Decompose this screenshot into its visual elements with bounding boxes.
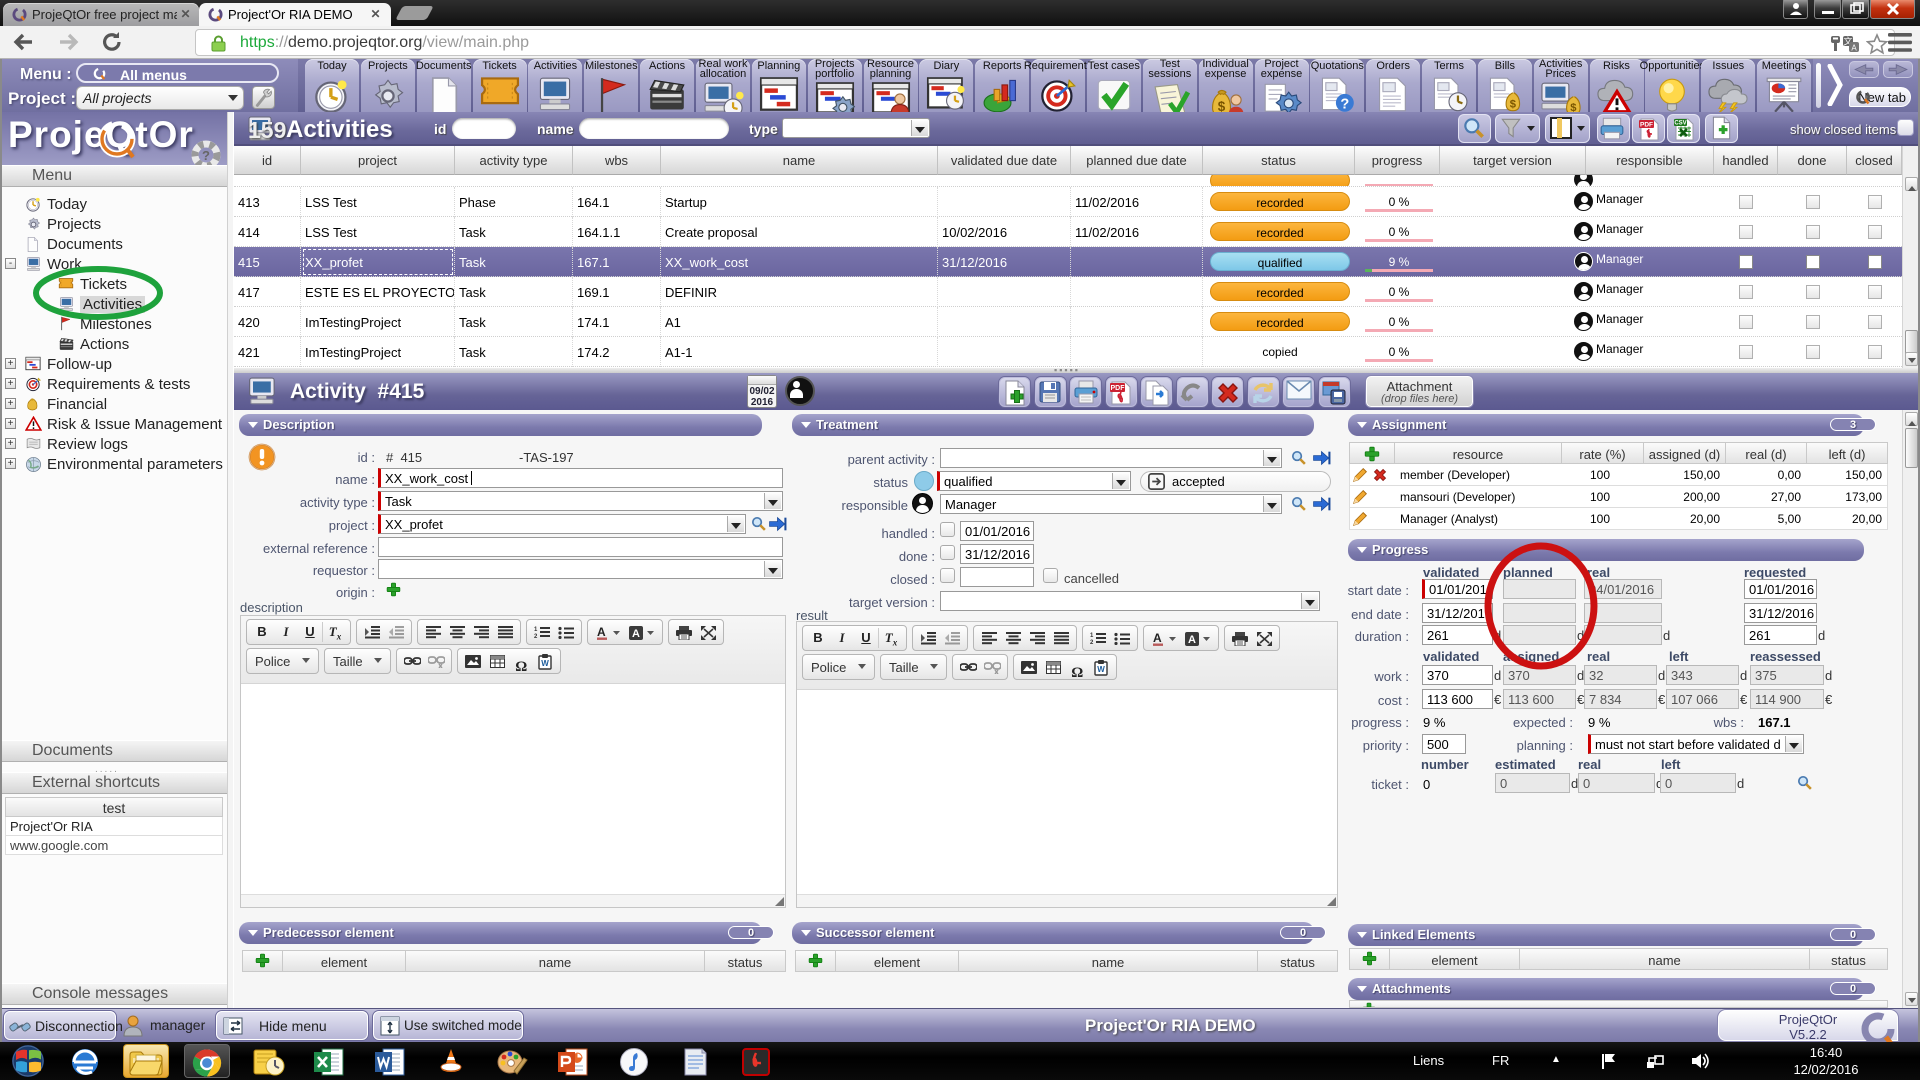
svg-text:A: A	[597, 625, 606, 639]
svg-text:A: A	[1851, 44, 1857, 53]
svg-text:W: W	[542, 659, 550, 668]
svg-text:1: 1	[1090, 633, 1094, 639]
svg-text:W: W	[1098, 665, 1106, 674]
svg-text:2: 2	[1090, 640, 1094, 645]
svg-text:?: ?	[202, 148, 210, 163]
svg-text:?: ?	[1341, 96, 1350, 112]
svg-text:A: A	[1153, 631, 1162, 645]
svg-text:$: $	[1510, 98, 1517, 110]
svg-text:1: 1	[534, 627, 538, 633]
svg-text:A: A	[632, 628, 640, 640]
svg-text:2: 2	[534, 634, 538, 639]
